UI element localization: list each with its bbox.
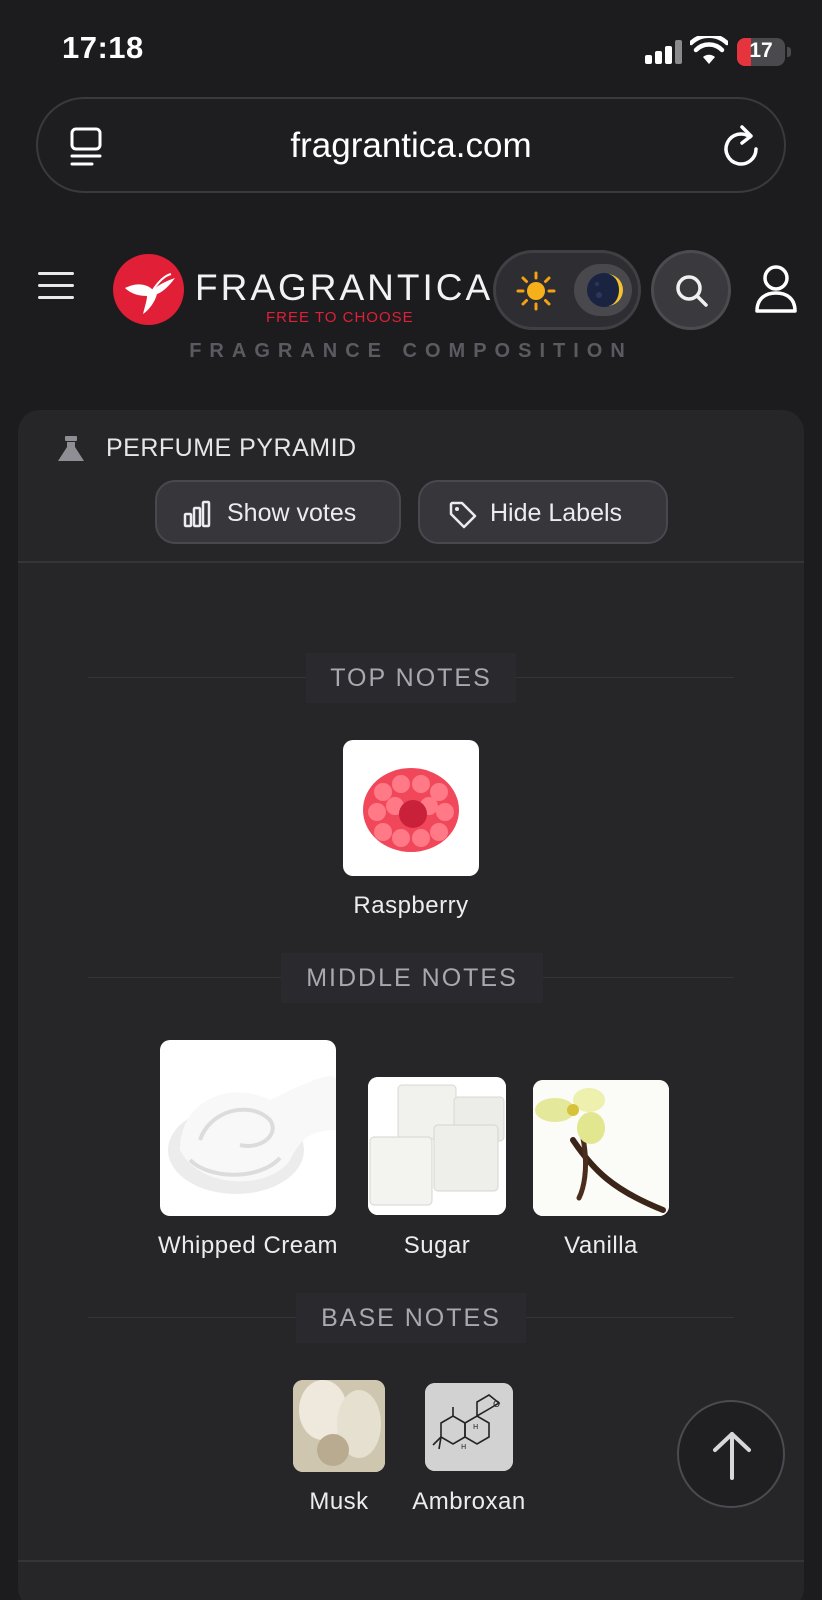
hide-labels-button[interactable]: Hide Labels [418, 480, 668, 544]
logo-bird-icon[interactable] [113, 254, 184, 325]
sugar-image[interactable] [368, 1077, 506, 1215]
vanilla-image[interactable] [533, 1080, 669, 1216]
base-notes-label: BASE NOTES [296, 1293, 526, 1343]
flask-icon [58, 436, 84, 461]
brand-tagline: FREE TO CHOOSE [266, 309, 414, 326]
reload-icon[interactable] [720, 123, 762, 169]
battery-level: 17 [749, 39, 773, 62]
note-raspberry[interactable]: Raspberry [343, 740, 479, 919]
moon-icon[interactable] [585, 271, 623, 309]
note-name[interactable]: Vanilla [493, 1232, 709, 1260]
ambroxan-image[interactable]: O H H [425, 1383, 513, 1471]
site-header: FRAGRANTICA FREE TO CHOOSE [0, 240, 822, 340]
musk-image[interactable] [293, 1380, 385, 1472]
status-time: 17:18 [62, 30, 144, 65]
note-vanilla[interactable]: Vanilla [533, 1080, 669, 1260]
battery-indicator: 17 [737, 38, 785, 66]
middle-notes-label: MIDDLE NOTES [281, 953, 543, 1003]
note-ambroxan[interactable]: O H H Ambroxan [412, 1383, 525, 1530]
user-icon[interactable] [754, 264, 798, 314]
cellular-signal-icon [645, 40, 685, 64]
theme-toggle[interactable] [493, 250, 641, 330]
card-header: PERFUME PYRAMID Show votes Hide Labels [18, 410, 804, 563]
moon-toggle[interactable] [574, 264, 632, 316]
search-button[interactable] [651, 250, 731, 330]
search-icon[interactable] [674, 273, 710, 309]
battery-tip [787, 47, 791, 57]
section-title: FRAGRANCE COMPOSITION [189, 340, 633, 362]
svg-text:O: O [493, 1400, 500, 1410]
note-name[interactable]: Raspberry [303, 892, 519, 920]
note-name[interactable]: Ambroxan [385, 1488, 553, 1516]
note-musk[interactable]: Musk [293, 1380, 385, 1530]
url-text[interactable]: fragrantica.com [38, 126, 784, 166]
note-whipped-cream[interactable]: Whipped Cream [158, 1040, 337, 1260]
show-votes-button[interactable]: Show votes [155, 480, 401, 544]
top-notes-heading: TOP NOTES [18, 653, 804, 703]
menu-icon[interactable] [38, 272, 74, 300]
show-votes-label: Show votes [227, 499, 357, 527]
address-bar[interactable]: fragrantica.com [36, 97, 786, 193]
card-title: PERFUME PYRAMID [106, 434, 357, 462]
middle-notes-heading: MIDDLE NOTES [18, 953, 804, 1003]
bar-chart-icon [183, 500, 211, 528]
svg-text:H: H [461, 1443, 466, 1451]
card-divider [18, 1560, 804, 1562]
top-notes-label: TOP NOTES [306, 653, 516, 703]
status-bar: 17:18 17 [0, 0, 822, 90]
whipped-cream-image[interactable] [160, 1040, 336, 1216]
svg-text:H: H [473, 1423, 478, 1431]
wifi-icon [690, 36, 728, 64]
brand-name[interactable]: FRAGRANTICA [195, 267, 493, 309]
sun-icon[interactable] [516, 271, 556, 311]
perfume-pyramid-card: PERFUME PYRAMID Show votes Hide Labels T… [18, 410, 804, 1600]
hide-labels-label: Hide Labels [490, 499, 623, 527]
arrow-up-icon [713, 1432, 751, 1480]
base-notes-heading: BASE NOTES [18, 1293, 804, 1343]
tag-icon [449, 501, 477, 529]
note-sugar[interactable]: Sugar [368, 1077, 506, 1260]
scroll-to-top-button[interactable] [677, 1400, 785, 1508]
raspberry-image[interactable] [343, 740, 479, 876]
